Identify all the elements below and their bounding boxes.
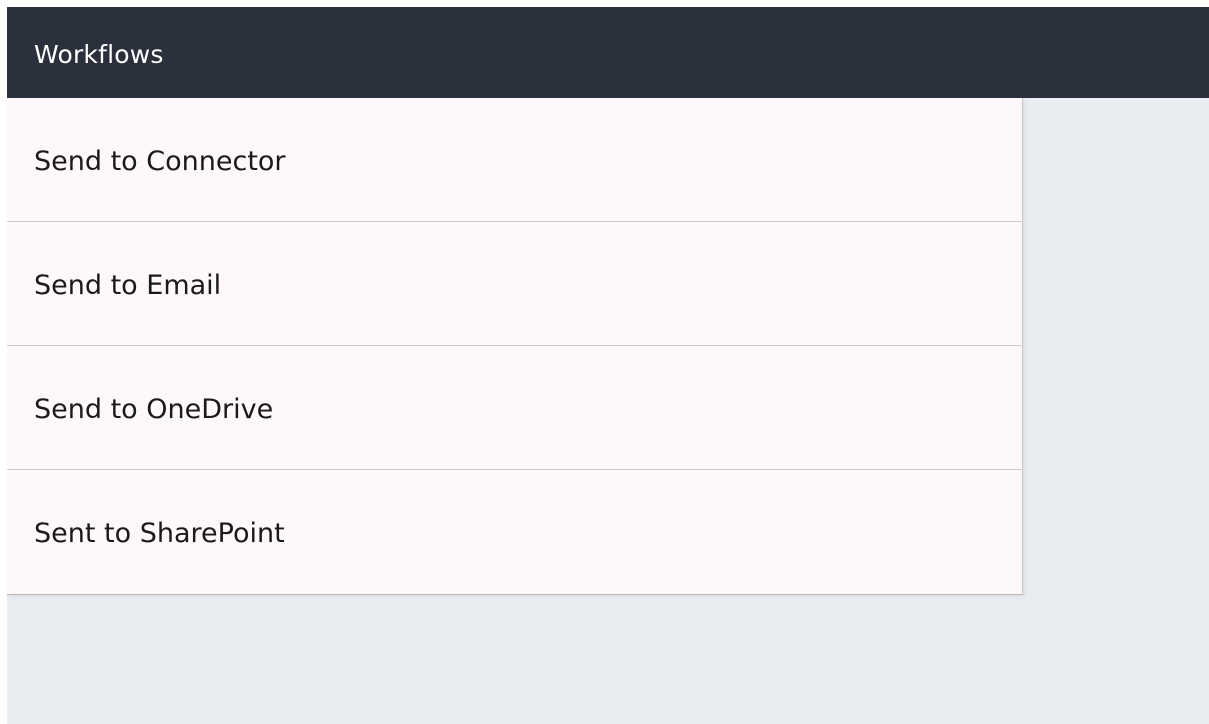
workflow-item-send-to-onedrive[interactable]: Send to OneDrive [7,346,1022,470]
device-screen: Workflows Send to Connector Send to Emai… [7,7,1209,724]
workflow-item-label: Send to Connector [34,146,286,177]
workflow-item-label: Send to Email [34,270,222,301]
title-bar: Workflows [7,7,1209,98]
workflow-item-sent-to-sharepoint[interactable]: Sent to SharePoint [7,470,1022,594]
workflow-item-label: Sent to SharePoint [34,518,285,549]
workflow-list: Send to Connector Send to Email Send to … [7,98,1023,595]
workflow-item-label: Send to OneDrive [34,394,274,425]
workflow-item-send-to-email[interactable]: Send to Email [7,222,1022,346]
workflow-item-send-to-connector[interactable]: Send to Connector [7,98,1022,222]
page-title: Workflows [34,40,164,69]
